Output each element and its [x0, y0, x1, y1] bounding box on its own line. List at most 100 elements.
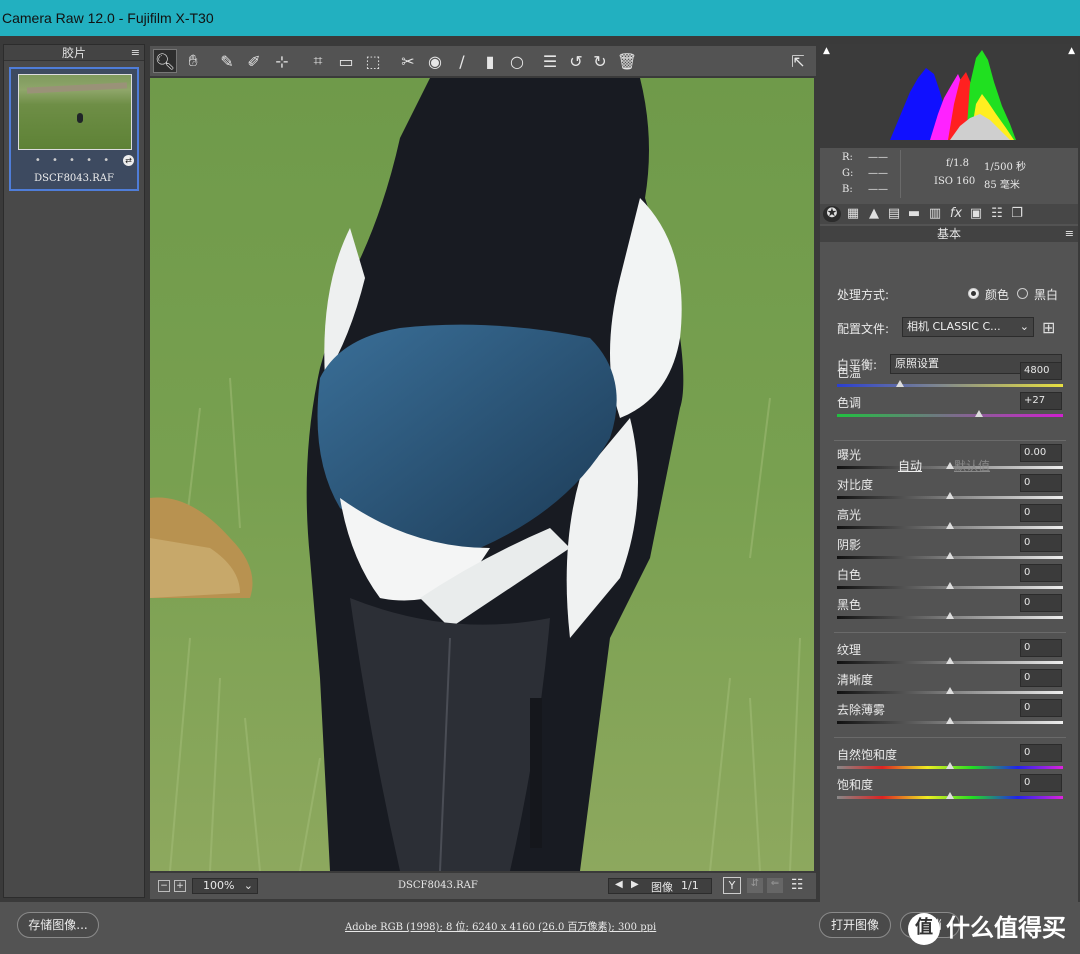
- shutter-speed: 1/500 秒: [984, 162, 1026, 173]
- camera-raw-window: Camera Raw 12.0 - Fujifilm X-T30 胶片 ≡ • …: [0, 0, 1080, 954]
- tint-slider-track[interactable]: [837, 414, 1063, 417]
- blacks-value-field[interactable]: 0: [1020, 594, 1062, 612]
- temp-value-field[interactable]: 4800: [1020, 362, 1062, 380]
- exposure-label: 曝光: [837, 448, 862, 462]
- basic-tab-icon[interactable]: ✪: [823, 206, 841, 222]
- prev-image-icon[interactable]: ◀: [615, 879, 623, 890]
- blacks-slider-handle[interactable]: [946, 612, 954, 619]
- save-image-button[interactable]: 存储图像...: [17, 912, 99, 938]
- highlights-value-field[interactable]: 0: [1020, 504, 1062, 522]
- copy-settings-icon[interactable]: ⇐: [767, 878, 783, 893]
- swap-settings-icon[interactable]: ⇵: [747, 878, 763, 893]
- auto-button[interactable]: 自动: [898, 457, 922, 474]
- hand-icon[interactable]: ✋︎: [181, 49, 205, 73]
- trash-icon[interactable]: 🗑︎: [615, 49, 639, 73]
- clarity-value-field[interactable]: 0: [1020, 669, 1062, 687]
- tint-slider-handle[interactable]: [975, 410, 984, 417]
- exposure-slider-handle[interactable]: [946, 462, 954, 469]
- white-balance-icon[interactable]: ✎: [215, 49, 239, 73]
- zoom-in-button[interactable]: +: [174, 880, 186, 892]
- highlights-slider-handle[interactable]: [946, 522, 954, 529]
- g-label: G:: [842, 168, 854, 179]
- vibrance-slider-handle[interactable]: [946, 762, 954, 769]
- exposure-value-field[interactable]: 0.00: [1020, 444, 1062, 462]
- temp-slider-track[interactable]: [837, 384, 1063, 387]
- zoom-icon[interactable]: 🔍︎: [153, 49, 177, 73]
- graduated-filter-icon[interactable]: ▮: [478, 49, 502, 73]
- clarity-label: 清晰度: [837, 673, 874, 687]
- vibrance-value-field[interactable]: 0: [1020, 744, 1062, 762]
- open-image-button[interactable]: 打开图像: [819, 912, 891, 938]
- watermark: 值 什么值得买: [908, 910, 1078, 946]
- contrast-label: 对比度: [837, 478, 874, 492]
- red-eye-icon[interactable]: ◉: [423, 49, 447, 73]
- calibration-tab-icon[interactable]: ▣: [967, 206, 985, 222]
- rating-dots[interactable]: • • • • •: [11, 155, 137, 166]
- profile-dropdown[interactable]: 相机 CLASSIC C... ⌄: [902, 317, 1034, 337]
- straighten-icon[interactable]: ▭: [334, 49, 358, 73]
- b-value: ——: [868, 184, 888, 195]
- next-image-icon[interactable]: ▶: [631, 879, 639, 890]
- radial-filter-icon[interactable]: ○: [505, 49, 529, 73]
- panel-menu-icon[interactable]: ≡: [131, 45, 140, 61]
- tint-label: 色调: [837, 396, 862, 410]
- adjustment-brush-icon[interactable]: /: [450, 49, 474, 73]
- zoom-level-select[interactable]: 100% ⌄: [192, 878, 258, 894]
- footer-bar: 存储图像... Adobe RGB (1998); 8 位; 6240 x 41…: [0, 902, 1080, 954]
- tone-curve-tab-icon[interactable]: ▦: [844, 206, 862, 222]
- transform-icon[interactable]: ⬚: [361, 49, 385, 73]
- default-button[interactable]: 默认值: [954, 457, 990, 474]
- contrast-slider-handle[interactable]: [946, 492, 954, 499]
- whites-slider-handle[interactable]: [946, 582, 954, 589]
- shadows-label: 阴影: [837, 538, 862, 552]
- fullscreen-icon[interactable]: ⇱: [786, 49, 810, 73]
- detail-tab-icon[interactable]: ▲: [865, 206, 883, 222]
- contrast-value-field[interactable]: 0: [1020, 474, 1062, 492]
- dehaze-slider-handle[interactable]: [946, 717, 954, 724]
- shadows-slider-handle[interactable]: [946, 552, 954, 559]
- before-after-toggle[interactable]: Y: [723, 877, 741, 894]
- lens-corrections-tab-icon[interactable]: ▥: [926, 206, 944, 222]
- effects-tab-icon[interactable]: fx: [947, 206, 965, 222]
- preview-settings-icon[interactable]: ☷: [791, 877, 804, 893]
- profile-browser-icon[interactable]: ⊞: [1042, 318, 1055, 337]
- image-label: 图像: [651, 881, 673, 894]
- divider: [834, 737, 1066, 738]
- dehaze-value-field[interactable]: 0: [1020, 699, 1062, 717]
- color-sampler-icon[interactable]: ✐: [242, 49, 266, 73]
- spot-removal-icon[interactable]: ✂: [396, 49, 420, 73]
- rotate-right-icon[interactable]: ↻: [588, 49, 612, 73]
- clarity-slider-handle[interactable]: [946, 687, 954, 694]
- panel-menu-icon[interactable]: ≡: [1065, 226, 1074, 242]
- targeted-adjustment-icon[interactable]: ⊹: [270, 49, 294, 73]
- preview-image[interactable]: [150, 78, 814, 871]
- workflow-options-link[interactable]: Adobe RGB (1998); 8 位; 6240 x 4160 (26.0…: [345, 918, 656, 933]
- temp-slider-handle[interactable]: [896, 380, 905, 387]
- camera-info: R: —— G: —— B: —— f/1.8 1/500 秒 ISO 160 …: [820, 150, 1078, 202]
- saturation-value-field[interactable]: 0: [1020, 774, 1062, 792]
- snapshots-tab-icon[interactable]: ❐: [1008, 206, 1026, 222]
- saturation-slider-handle[interactable]: [946, 792, 954, 799]
- temp-label: 色温: [837, 366, 862, 380]
- rotate-left-icon[interactable]: ↺: [564, 49, 588, 73]
- whites-value-field[interactable]: 0: [1020, 564, 1062, 582]
- presets-tab-icon[interactable]: ☷: [988, 206, 1006, 222]
- edit-badge-icon: ⇄: [123, 155, 134, 166]
- hsl-tab-icon[interactable]: ▤: [885, 206, 903, 222]
- color-radio[interactable]: [968, 288, 979, 299]
- zoom-out-button[interactable]: −: [158, 880, 170, 892]
- filmstrip-thumbnail[interactable]: • • • • • ⇄ DSCF8043.RAF: [9, 67, 139, 191]
- tint-value-field[interactable]: +27: [1020, 392, 1062, 410]
- texture-slider-handle[interactable]: [946, 657, 954, 664]
- texture-value-field[interactable]: 0: [1020, 639, 1062, 657]
- highlights-label: 高光: [837, 508, 862, 522]
- watermark-logo: 值: [908, 913, 940, 945]
- divider: [834, 632, 1066, 633]
- vibrance-label: 自然饱和度: [837, 748, 898, 762]
- bw-radio[interactable]: [1017, 288, 1028, 299]
- preferences-icon[interactable]: ☰: [538, 49, 562, 73]
- crop-icon[interactable]: ⌗: [306, 49, 330, 73]
- shadows-value-field[interactable]: 0: [1020, 534, 1062, 552]
- magpie-photo: [150, 78, 814, 871]
- split-toning-tab-icon[interactable]: ▬: [905, 206, 923, 222]
